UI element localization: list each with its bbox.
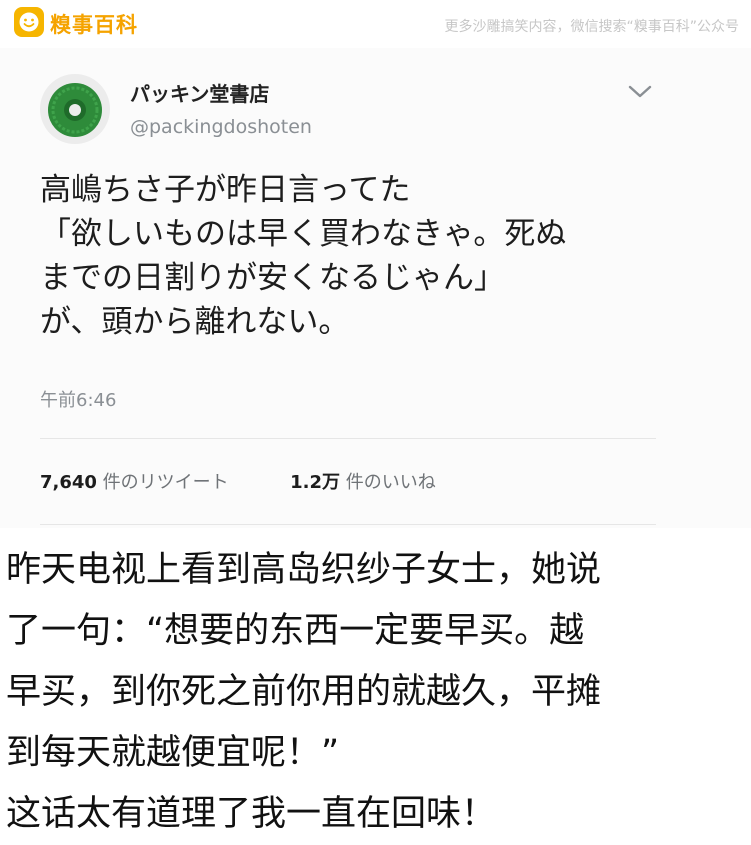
like-count: 1.2万 [290, 472, 341, 493]
display-name[interactable]: パッキン堂書店 [130, 78, 269, 107]
tweet-line: 高嶋ちさ子が昨日言ってた [40, 172, 411, 208]
caption-line: 了一句：“想要的东西一定要早买。越 [6, 611, 585, 651]
watermark-bar: 糗事百科 更多沙雕搞笑内容，微信搜索“糗事百科”公众号 [0, 0, 751, 46]
green-ring-avatar-icon [48, 83, 102, 137]
caption-line: 到每天就越便宜呢！” [6, 733, 340, 773]
chevron-down-icon[interactable] [626, 82, 654, 102]
divider [40, 524, 656, 525]
tweet-line: が、頭から離れない。 [40, 304, 350, 340]
retweet-stat[interactable]: 7,640 件のリツイート [40, 472, 234, 493]
brand-logo-text: 糗事百科 [50, 13, 138, 37]
like-stat[interactable]: 1.2万 件のいいね [290, 472, 436, 493]
like-label: 件のいいね [345, 472, 436, 493]
user-handle[interactable]: @packingdoshoten [130, 116, 312, 138]
tweet-text: 高嶋ちさ子が昨日言ってた 「欲しいものは早く買わなきゃ。死ぬ までの日割りが安く… [40, 168, 710, 344]
smiley-face-icon [14, 7, 44, 37]
tweet-stats: 7,640 件のリツイート 1.2万 件のいいね [40, 468, 436, 494]
caption-text: 昨天电视上看到高岛织纱子女士，她说 了一句：“想要的东西一定要早买。越 早买，到… [6, 540, 746, 845]
avatar[interactable] [40, 74, 110, 144]
watermark-tagline: 更多沙雕搞笑内容，微信搜索“糗事百科”公众号 [444, 19, 739, 35]
tweet-line: までの日割りが安くなるじゃん」 [40, 260, 505, 296]
retweet-label: 件のリツイート [102, 472, 229, 493]
tweet-timestamp[interactable]: 午前6:46 [40, 386, 116, 412]
retweet-count: 7,640 [40, 472, 97, 493]
caption-line: 这话太有道理了我一直在回味！ [6, 794, 497, 834]
tweet-line: 「欲しいものは早く買わなきゃ。死ぬ [40, 216, 567, 252]
caption-line: 昨天电视上看到高岛织纱子女士，她说 [6, 550, 602, 590]
divider [40, 438, 656, 439]
caption-line: 早买，到你死之前你用的就越久，平摊 [6, 672, 602, 712]
tweet-card: パッキン堂書店 @packingdoshoten 高嶋ちさ子が昨日言ってた 「欲… [0, 48, 751, 528]
